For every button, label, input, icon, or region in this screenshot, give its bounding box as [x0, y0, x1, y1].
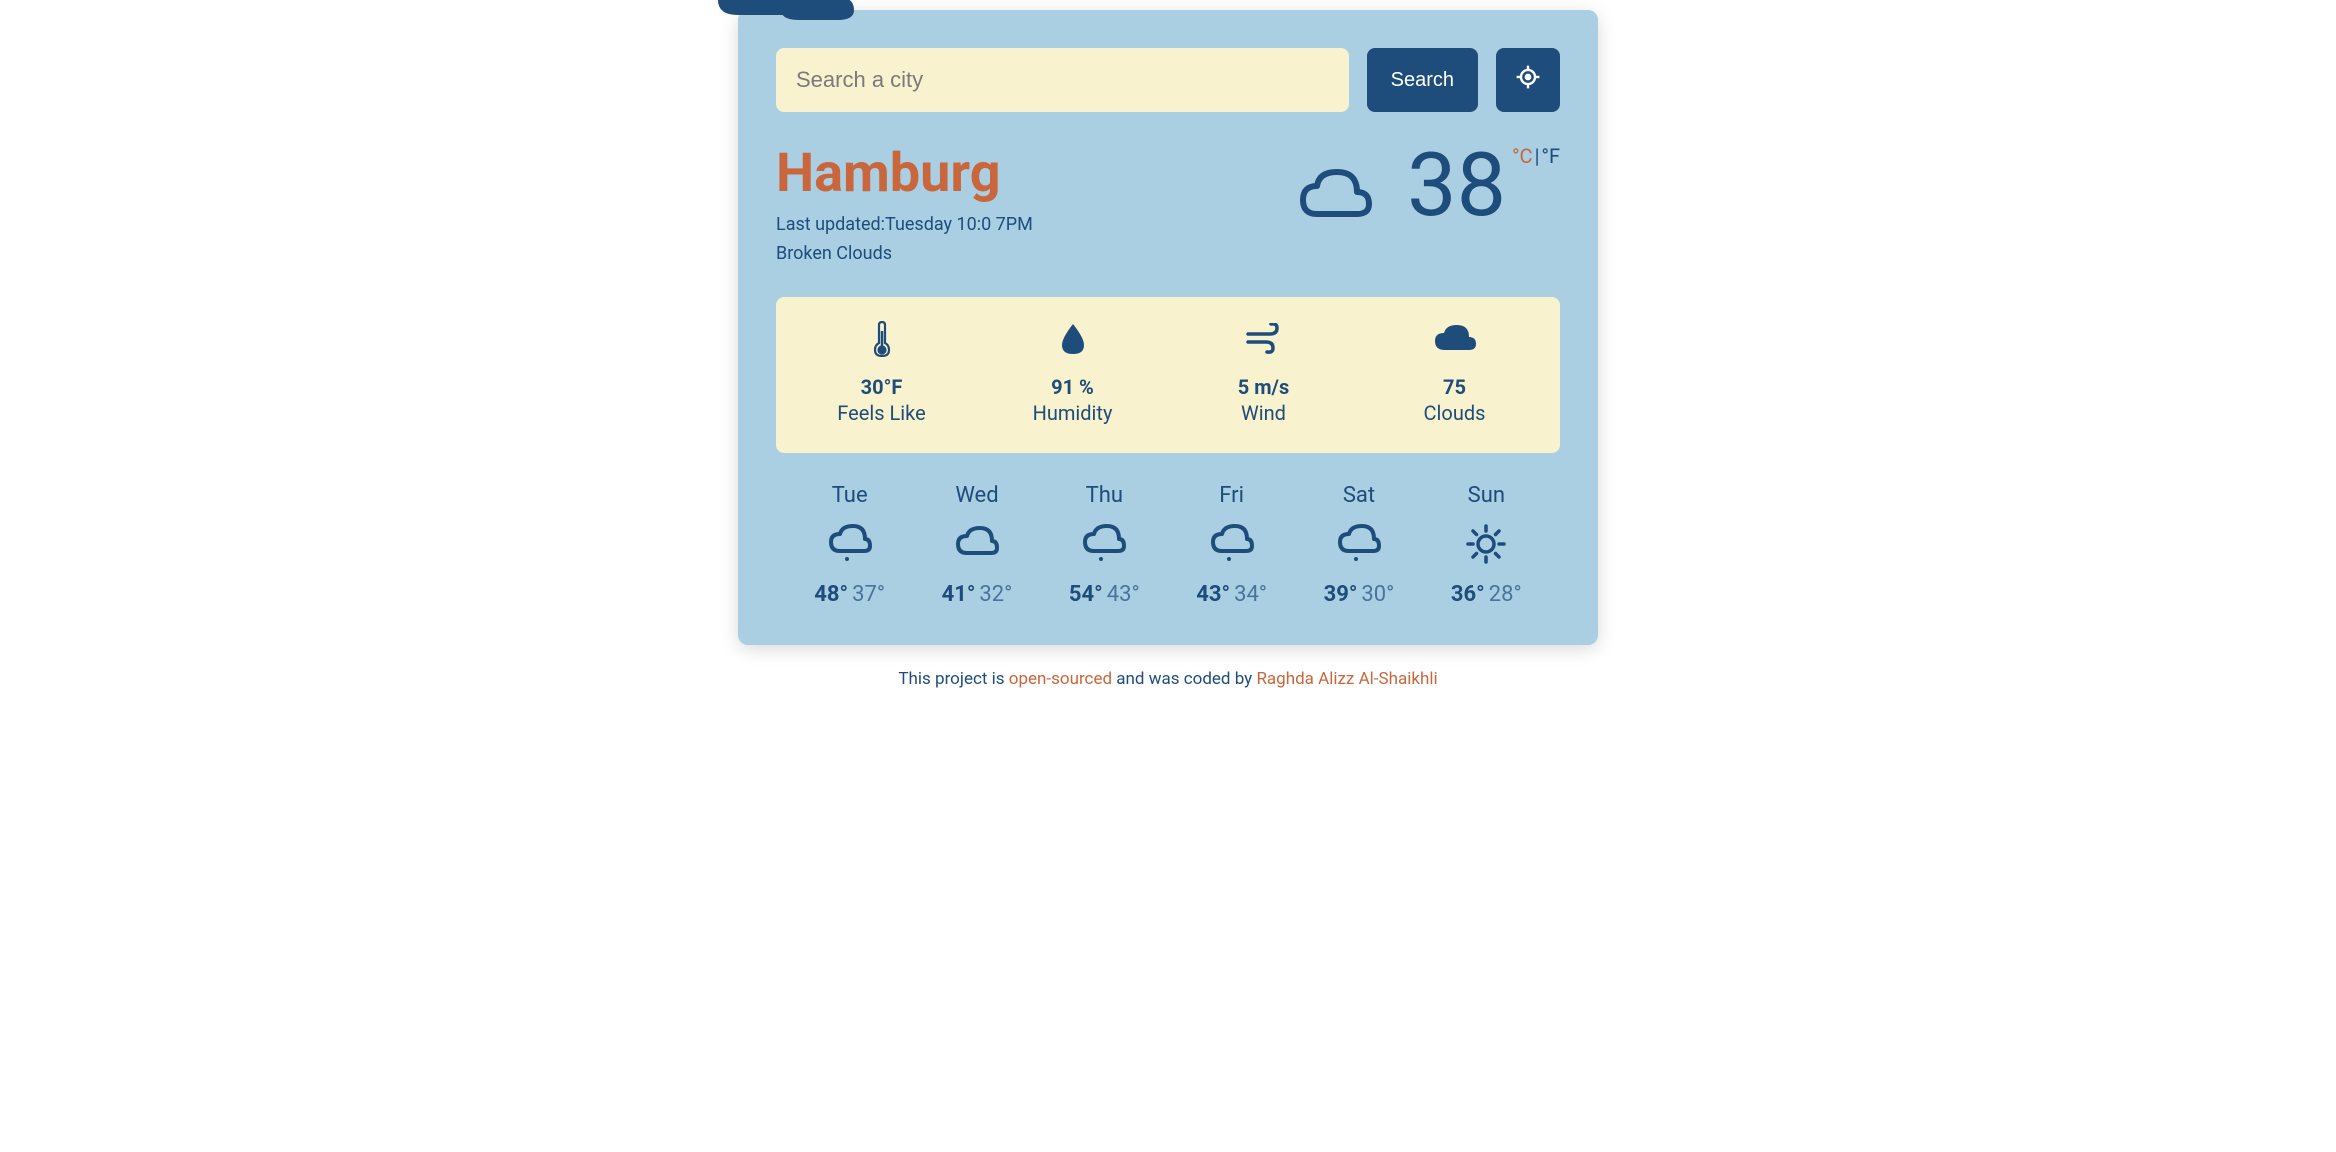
- forecast-day-name: Thu: [1041, 483, 1168, 508]
- forecast-temps: 36°28°: [1423, 582, 1550, 607]
- forecast-temps: 39°30°: [1295, 582, 1422, 607]
- header-row: Hamburg Last updated:Tuesday 10:0 7PM Br…: [776, 142, 1560, 269]
- forecast-day-name: Sun: [1423, 483, 1550, 508]
- condition-text: Broken Clouds: [776, 240, 1295, 269]
- city-name: Hamburg: [776, 142, 1295, 205]
- wind-value: 5 m/s: [1168, 375, 1359, 399]
- forecast-day-name: Wed: [913, 483, 1040, 508]
- cloud-icon: [913, 520, 1040, 568]
- humidity-value: 91 %: [977, 375, 1168, 399]
- stat-feels-like: 30°F Feels Like: [786, 321, 977, 425]
- footer-credit: This project is open-sourced and was cod…: [738, 669, 1598, 689]
- wind-label: Wind: [1168, 401, 1359, 425]
- weather-card: Search Hamburg Last upd: [738, 10, 1598, 645]
- crosshair-icon: [1515, 64, 1541, 96]
- sunny-icon: [1423, 520, 1550, 568]
- unit-separator: |: [1535, 144, 1540, 168]
- unit-toggle: °C|°F: [1512, 144, 1560, 168]
- wind-icon: [1168, 321, 1359, 357]
- forecast-temps: 48°37°: [786, 582, 913, 607]
- cloud-icon: [1359, 321, 1550, 357]
- feels-like-value: 30°F: [786, 375, 977, 399]
- current-weather-icon: [1295, 162, 1375, 234]
- forecast-day: Fri 43°34°: [1168, 483, 1295, 607]
- forecast-day: Sat 39°30°: [1295, 483, 1422, 607]
- droplet-icon: [977, 321, 1168, 357]
- cloud-drizzle-icon: [1041, 520, 1168, 568]
- current-temperature: 38: [1407, 142, 1506, 230]
- cloud-drizzle-icon: [1168, 520, 1295, 568]
- forecast-day-name: Sat: [1295, 483, 1422, 508]
- forecast-day-name: Tue: [786, 483, 913, 508]
- humidity-label: Humidity: [977, 401, 1168, 425]
- stat-wind: 5 m/s Wind: [1168, 321, 1359, 425]
- geolocate-button[interactable]: [1496, 48, 1560, 112]
- forecast-day-name: Fri: [1168, 483, 1295, 508]
- forecast-day: Tue 48°37°: [786, 483, 913, 607]
- last-updated: Last updated:Tuesday 10:0 7PM: [776, 211, 1295, 240]
- cloud-drizzle-icon: [786, 520, 913, 568]
- forecast-temps: 43°34°: [1168, 582, 1295, 607]
- forecast-day: Sun 36°28°: [1423, 483, 1550, 607]
- search-button[interactable]: Search: [1367, 48, 1478, 112]
- stats-panel: 30°F Feels Like 91 % Humidity: [776, 297, 1560, 453]
- forecast-day: Thu 54°43°: [1041, 483, 1168, 607]
- author-link[interactable]: Raghda Alizz Al-Shaikhli: [1256, 669, 1437, 689]
- search-input[interactable]: [776, 48, 1349, 112]
- stat-clouds: 75 Clouds: [1359, 321, 1550, 425]
- clouds-decoration-icon: [708, 0, 888, 39]
- forecast-temps: 41°32°: [913, 582, 1040, 607]
- clouds-value: 75: [1359, 375, 1550, 399]
- feels-like-label: Feels Like: [786, 401, 977, 425]
- stat-humidity: 91 % Humidity: [977, 321, 1168, 425]
- unit-fahrenheit-link[interactable]: °F: [1541, 144, 1560, 168]
- search-row: Search: [776, 48, 1560, 112]
- open-source-link[interactable]: open-sourced: [1009, 669, 1112, 689]
- clouds-label: Clouds: [1359, 401, 1550, 425]
- unit-celsius-link[interactable]: °C: [1512, 144, 1533, 168]
- cloud-drizzle-icon: [1295, 520, 1422, 568]
- forecast-day: Wed 41°32°: [913, 483, 1040, 607]
- forecast-temps: 54°43°: [1041, 582, 1168, 607]
- thermometer-icon: [786, 321, 977, 357]
- forecast-row: Tue 48°37° Wed: [776, 483, 1560, 607]
